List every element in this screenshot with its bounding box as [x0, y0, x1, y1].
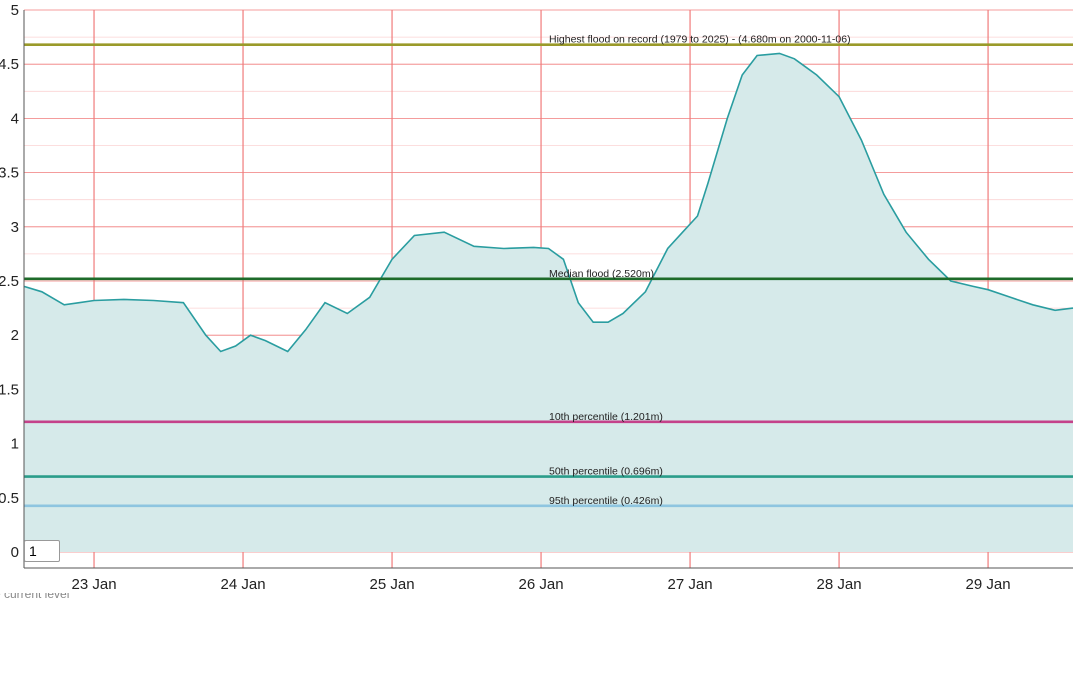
reference-line-label: 10th percentile (1.201m) [549, 411, 663, 423]
y-tick-label: 3 [11, 219, 19, 236]
y-tick-label: 5 [11, 2, 19, 19]
current-level-footnote: re current level [0, 593, 70, 601]
level-input[interactable] [24, 540, 60, 562]
y-tick-label: 3.5 [0, 165, 19, 182]
x-tick-label: 24 Jan [221, 576, 266, 593]
x-tick-label: 27 Jan [668, 576, 713, 593]
y-tick-label: 0 [11, 544, 19, 561]
y-tick-label: 4.5 [0, 56, 19, 73]
y-tick-label: 1.5 [0, 381, 19, 398]
x-tick-label: 28 Jan [817, 576, 862, 593]
y-tick-label: 2 [11, 327, 19, 344]
reference-line-label: Median flood (2.520m) [549, 268, 654, 280]
x-tick-label: 29 Jan [966, 576, 1011, 593]
reference-line-label: Highest flood on record (1979 to 2025) -… [549, 34, 851, 46]
reference-line-label: 50th percentile (0.696m) [549, 466, 663, 478]
y-tick-label: 4 [11, 110, 19, 127]
river-level-chart: Highest flood on record (1979 to 2025) -… [0, 2, 1074, 593]
y-tick-label: 2.5 [0, 273, 19, 290]
x-tick-label: 25 Jan [370, 576, 415, 593]
x-tick-label: 26 Jan [519, 576, 564, 593]
reference-line-label: 95th percentile (0.426m) [549, 495, 663, 507]
y-tick-label: 1 [11, 436, 19, 453]
y-tick-label: 0.5 [0, 490, 19, 507]
x-tick-label: 23 Jan [72, 576, 117, 593]
